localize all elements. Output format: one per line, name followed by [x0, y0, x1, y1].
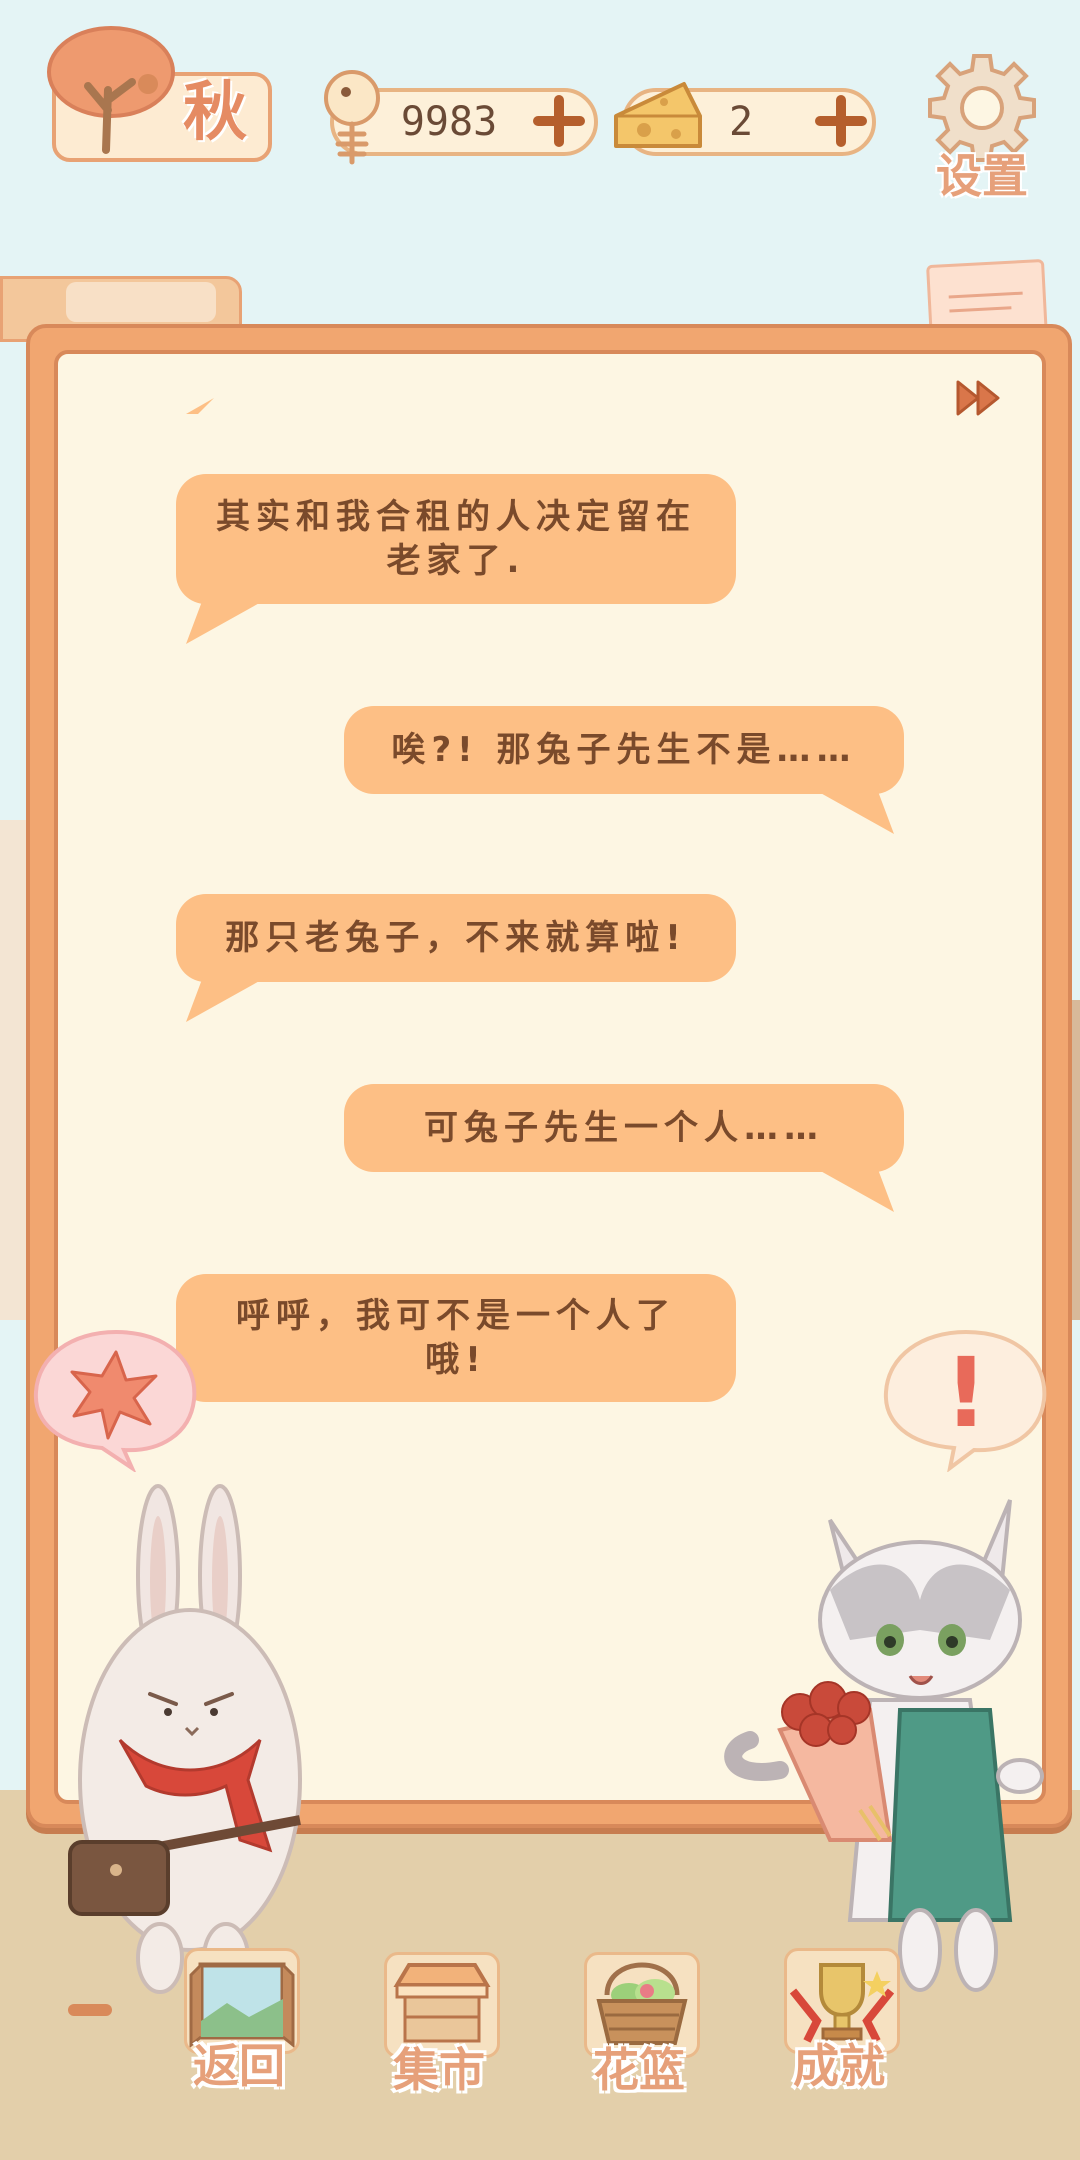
chat-text: 唉?! 那兔子先生不是…… — [391, 730, 857, 770]
settings-button[interactable]: 设置 — [918, 140, 1046, 203]
background-bag — [66, 282, 216, 322]
fish-count: 9983 — [400, 99, 498, 145]
nav-basket-label: 花篮 — [593, 2043, 685, 2097]
maple-leaf-icon — [33, 1329, 197, 1472]
chat-bubble-right: 可兔子先生一个人…… — [344, 1084, 904, 1172]
nav-basket-button[interactable]: 花篮 — [584, 1952, 700, 2097]
chat-bubble-left: 那只老兔子，不来就算啦! — [176, 894, 736, 982]
bubble-tail-right — [808, 1164, 894, 1212]
chat-text: 可兔子先生一个人…… — [424, 1108, 824, 1148]
exclamation-mark: ! — [944, 1337, 988, 1449]
rabbit-character — [68, 1484, 302, 1994]
cheese-icon — [614, 82, 702, 148]
nav-achievements-label: 成就 — [793, 2039, 885, 2093]
nav-back-label: 返回 — [193, 2039, 285, 2093]
chat-bubble-left: 呼呼，我可不是一个人了哦! — [176, 1274, 736, 1402]
nav-back-button[interactable]: 返回 — [184, 1948, 300, 2093]
collapse-handle[interactable] — [68, 2004, 112, 2016]
fish-bone-icon — [324, 70, 380, 165]
season-label: 秋 — [183, 75, 247, 150]
chat-text: 那只老兔子，不来就算啦! — [225, 918, 687, 958]
bubble-tail-fragment — [186, 398, 214, 414]
nav-market-button[interactable]: 集市 — [384, 1952, 500, 2097]
bubble-tail-right — [808, 786, 894, 834]
cat-character — [724, 1499, 1044, 1992]
bubble-tail-left — [186, 974, 272, 1022]
bubble-tail-left — [186, 596, 272, 644]
fast-forward-icon[interactable] — [952, 376, 1006, 420]
chat-bubble-left: 其实和我合租的人决定留在老家了. — [176, 474, 736, 604]
chat-bubble-right: 唉?! 那兔子先生不是…… — [344, 706, 904, 794]
background-building-left — [0, 820, 26, 1320]
nav-market-label: 集市 — [393, 2043, 485, 2097]
add-fish-button[interactable] — [532, 94, 586, 148]
nav-achievements-button[interactable]: 成就 — [784, 1948, 900, 2093]
chat-text: 呼呼，我可不是一个人了哦! — [236, 1296, 676, 1380]
add-cheese-button[interactable] — [814, 94, 868, 148]
chat-text: 其实和我合租的人决定留在老家了. — [216, 497, 696, 581]
